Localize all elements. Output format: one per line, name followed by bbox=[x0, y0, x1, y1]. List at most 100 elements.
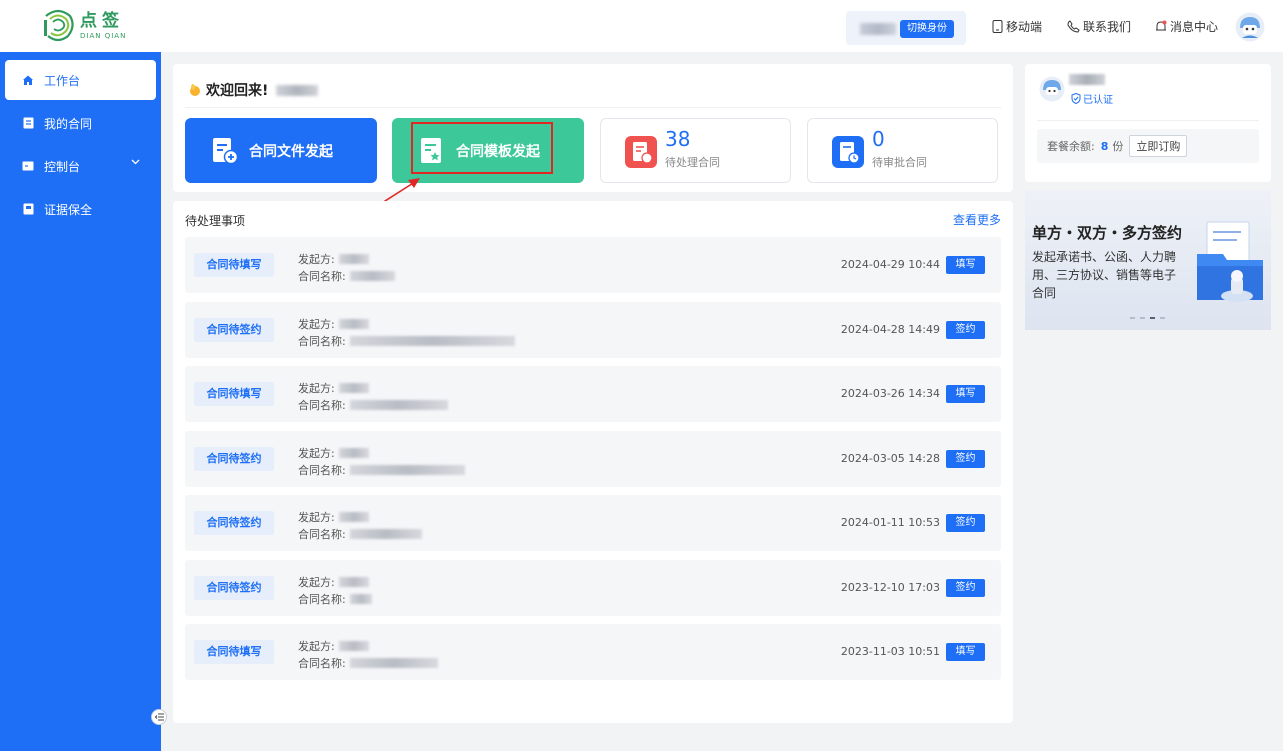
status-tag: 合同待签约 bbox=[194, 511, 274, 535]
sidebar-item-evidence[interactable]: 证据保全 bbox=[5, 189, 156, 229]
sidebar-item-console[interactable]: 控制台 bbox=[5, 146, 156, 186]
carousel-dot-active[interactable] bbox=[1150, 317, 1155, 319]
pending-contracts-card[interactable]: 38 待处理合同 bbox=[600, 118, 791, 183]
todo-panel: 待处理事项 查看更多 合同待填写 发起方: 合同名称: 2024-04-29 1… bbox=[173, 201, 1013, 723]
switch-identity-button[interactable]: 切换身份 bbox=[900, 20, 954, 38]
sign-button[interactable]: 签约 bbox=[946, 579, 985, 597]
sender-redacted bbox=[338, 383, 369, 393]
sign-button[interactable]: 签约 bbox=[946, 450, 985, 468]
contract-name-label: 合同名称: bbox=[298, 335, 346, 348]
promo-banner[interactable]: 单方・双方・多方签约 发起承诺书、公函、人力聘用、三方协议、销售等电子合同 bbox=[1025, 190, 1271, 330]
mobile-link-label: 移动端 bbox=[1006, 19, 1043, 34]
mobile-icon bbox=[992, 19, 1003, 33]
sidebar-item-label: 证据保全 bbox=[44, 202, 93, 217]
pending-count: 38 bbox=[665, 127, 691, 151]
subscribe-button[interactable]: 立即订购 bbox=[1129, 135, 1188, 157]
row-date: 2023-12-10 17:03 bbox=[840, 581, 940, 594]
shield-check-icon bbox=[1071, 93, 1081, 104]
status-tag: 合同待填写 bbox=[194, 382, 274, 406]
home-icon bbox=[21, 73, 35, 87]
sidebar-item-label: 我的合同 bbox=[44, 116, 93, 131]
todo-row: 合同待填写 发起方: 合同名称: 2024-03-26 14:34 填写 bbox=[185, 366, 1001, 422]
menu-fold-icon bbox=[154, 713, 164, 721]
contract-icon bbox=[21, 116, 35, 130]
status-tag: 合同待签约 bbox=[194, 447, 274, 471]
contact-link[interactable]: 联系我们 bbox=[1067, 18, 1131, 34]
sidebar: 工作台 我的合同 控制台 证据保全 bbox=[0, 52, 161, 751]
sign-button[interactable]: 签约 bbox=[946, 514, 985, 532]
carousel-dot[interactable] bbox=[1160, 317, 1165, 319]
row-date: 2023-11-03 10:51 bbox=[840, 645, 940, 658]
contract-name-redacted bbox=[349, 658, 438, 668]
fill-button[interactable]: 填写 bbox=[946, 385, 985, 403]
contract-name-label: 合同名称: bbox=[298, 657, 346, 670]
username-redacted bbox=[276, 84, 319, 96]
carousel-dot[interactable] bbox=[1130, 317, 1135, 319]
chevron-down-icon bbox=[131, 159, 140, 165]
sidebar-item-workbench[interactable]: 工作台 bbox=[5, 60, 156, 100]
sidebar-item-my-contracts[interactable]: 我的合同 bbox=[5, 103, 156, 143]
contract-name-redacted bbox=[349, 271, 395, 281]
row-date: 2024-01-11 10:53 bbox=[840, 516, 940, 529]
row-date: 2024-04-29 10:44 bbox=[840, 258, 940, 271]
message-center-label: 消息中心 bbox=[1170, 19, 1219, 34]
row-date: 2024-03-26 14:34 bbox=[840, 387, 940, 400]
sender-redacted bbox=[338, 641, 369, 651]
top-bar: 点签 DIAN QIAN 切换身份 移动端 联系我们 消息中心 bbox=[0, 0, 1283, 52]
wave-hand-icon bbox=[190, 84, 200, 96]
bell-icon bbox=[1156, 20, 1167, 30]
status-tag: 合同待填写 bbox=[194, 640, 274, 664]
approval-contracts-card[interactable]: 0 待审批合同 bbox=[807, 118, 998, 183]
sidebar-collapse-button[interactable] bbox=[151, 709, 167, 725]
view-more-link[interactable]: 查看更多 bbox=[953, 211, 1001, 228]
quota-box: 套餐余额: 8 份 立即订购 bbox=[1037, 129, 1259, 163]
contract-name-redacted bbox=[349, 529, 422, 539]
todo-row: 合同待填写 发起方: 合同名称: 2024-04-29 10:44 填写 bbox=[185, 237, 1001, 293]
sender-redacted bbox=[338, 448, 369, 458]
contract-name-redacted bbox=[349, 465, 465, 475]
carousel-dot[interactable] bbox=[1140, 317, 1145, 319]
carousel-dots[interactable] bbox=[1130, 317, 1170, 319]
contract-name-redacted bbox=[349, 594, 372, 604]
todo-row: 合同待签约 发起方: 合同名称: 2024-04-28 14:49 签约 bbox=[185, 302, 1001, 358]
todo-row: 合同待签约 发起方: 合同名称: 2024-01-11 10:53 签约 bbox=[185, 495, 1001, 551]
contract-name-redacted bbox=[349, 336, 515, 346]
console-icon bbox=[21, 159, 35, 173]
todo-row: 合同待签约 发起方: 合同名称: 2024-03-05 14:28 签约 bbox=[185, 431, 1001, 487]
user-panel: 已认证 套餐余额: 8 份 立即订购 bbox=[1025, 64, 1271, 182]
fill-button[interactable]: 填写 bbox=[946, 643, 985, 661]
pending-doc-icon bbox=[625, 136, 657, 168]
row-date: 2024-04-28 14:49 bbox=[840, 323, 940, 336]
logo-title: 点签 bbox=[80, 11, 124, 31]
banner-description: 发起承诺书、公函、人力聘用、三方协议、销售等电子合同 bbox=[1032, 250, 1177, 300]
sign-button[interactable]: 签约 bbox=[946, 321, 985, 339]
sidebar-item-label: 控制台 bbox=[44, 159, 81, 174]
contract-name-label: 合同名称: bbox=[298, 528, 346, 541]
todo-row: 合同待填写 发起方: 合同名称: 2023-11-03 10:51 填写 bbox=[185, 624, 1001, 680]
welcome-text: 欢迎回来! bbox=[206, 83, 269, 99]
user-avatar[interactable] bbox=[1235, 12, 1265, 42]
contract-name-label: 合同名称: bbox=[298, 270, 346, 283]
sender-redacted bbox=[338, 319, 369, 329]
row-date: 2024-03-05 14:28 bbox=[840, 452, 940, 465]
welcome-heading: 欢迎回来! bbox=[188, 80, 319, 100]
approval-count: 0 bbox=[872, 127, 885, 151]
contract-name-redacted bbox=[349, 400, 448, 410]
sender-redacted bbox=[338, 577, 369, 587]
sender-redacted bbox=[338, 254, 369, 264]
highlight-box bbox=[411, 122, 553, 174]
sender-label: 发起方: bbox=[298, 511, 335, 524]
mobile-link[interactable]: 移动端 bbox=[992, 18, 1042, 34]
verified-label: 已认证 bbox=[1083, 95, 1113, 106]
identity-name-redacted bbox=[860, 23, 896, 35]
sender-label: 发起方: bbox=[298, 640, 335, 653]
welcome-panel: 欢迎回来! 合同文件发起 合同模板发起 38 待处理合同 0 待审批合同 bbox=[173, 64, 1013, 192]
logo[interactable]: 点签 DIAN QIAN bbox=[40, 8, 126, 44]
quota-unit: 份 bbox=[1112, 140, 1124, 153]
sender-redacted bbox=[338, 512, 369, 522]
sender-label: 发起方: bbox=[298, 318, 335, 331]
phone-icon bbox=[1067, 19, 1080, 33]
message-center-link[interactable]: 消息中心 bbox=[1155, 18, 1218, 34]
fill-button[interactable]: 填写 bbox=[946, 256, 985, 274]
sender-label: 发起方: bbox=[298, 382, 335, 395]
